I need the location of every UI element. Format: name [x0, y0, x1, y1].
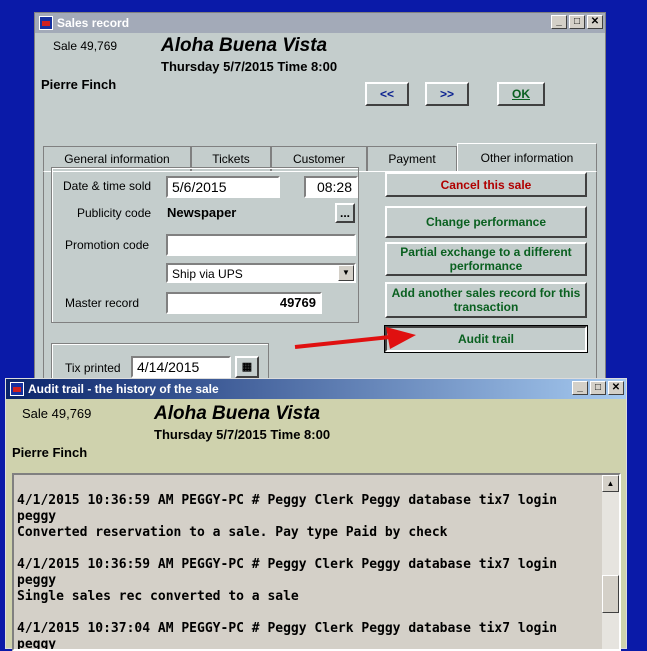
entry-detail: Single sales rec converted to a sale [17, 589, 299, 604]
minimize-icon[interactable]: _ [551, 15, 567, 29]
tab-other-information[interactable]: Other information [457, 143, 597, 172]
entry-header: 4/1/2015 10:37:04 AM PEGGY-PC # Peggy Cl… [17, 621, 558, 651]
maximize-icon[interactable]: □ [569, 15, 585, 29]
cancel-sale-button[interactable]: Cancel this sale [385, 172, 587, 197]
audit-trail-window: Audit trail - the history of the sale _ … [5, 378, 627, 651]
app-icon [39, 16, 53, 30]
tab-label: Customer [292, 152, 345, 166]
audit-log-textarea[interactable]: 4/1/2015 10:36:59 AM PEGGY-PC # Peggy Cl… [12, 473, 621, 651]
prev-record-button[interactable]: << [365, 82, 409, 106]
customer-name: Pierre Finch [12, 445, 88, 460]
tab-label: Tickets [212, 152, 250, 166]
shipping-select[interactable]: Ship via UPS ▼ [166, 263, 356, 283]
ok-button[interactable]: OK [497, 82, 545, 106]
tix-printed-label: Tix printed [65, 361, 121, 375]
sales-titlebar[interactable]: Sales record _ □ ✕ [35, 13, 605, 33]
master-record-label: Master record [65, 296, 140, 310]
ok-label: OK [512, 87, 530, 101]
promotion-code-field[interactable] [166, 234, 356, 256]
close-icon[interactable]: ✕ [608, 381, 624, 395]
partial-exchange-button[interactable]: Partial exchange to a different performa… [385, 242, 587, 276]
tix-printed-field[interactable]: 4/14/2015 [131, 356, 231, 378]
list-item: 4/1/2015 10:36:59 AM PEGGY-PC # Peggy Cl… [17, 493, 597, 541]
scrollbar-thumb[interactable] [602, 575, 619, 613]
performance-date: Thursday 5/7/2015 Time 8:00 [154, 427, 331, 442]
app-icon [10, 382, 24, 396]
show-title: Aloha Buena Vista [154, 403, 321, 424]
scroll-up-icon[interactable]: ▲ [602, 475, 619, 492]
show-title: Aloha Buena Vista [161, 35, 328, 56]
change-performance-button[interactable]: Change performance [385, 206, 587, 238]
publicity-code-label: Publicity code [77, 206, 152, 220]
date-time-sold-label: Date & time sold [63, 179, 152, 193]
list-item: 4/1/2015 10:36:59 AM PEGGY-PC # Peggy Cl… [17, 557, 597, 605]
master-record-field[interactable]: 49769 [166, 292, 322, 314]
promotion-code-label: Promotion code [65, 238, 150, 252]
customer-name: Pierre Finch [41, 77, 117, 92]
vertical-scrollbar[interactable]: ▲ [602, 475, 619, 649]
time-sold-field[interactable]: 08:28 [304, 176, 358, 198]
minimize-icon[interactable]: _ [572, 381, 588, 395]
red-arrow-annotation [294, 327, 416, 349]
date-sold-field[interactable]: 5/6/2015 [166, 176, 280, 198]
tab-label: Other information [480, 151, 574, 165]
tab-label: General information [64, 152, 170, 166]
publicity-code-value: Newspaper [167, 205, 237, 220]
entry-header: 4/1/2015 10:36:59 AM PEGGY-PC # Peggy Cl… [17, 493, 558, 524]
list-item: 4/1/2015 10:37:04 AM PEGGY-PC # Peggy Cl… [17, 621, 597, 651]
shipping-value: Ship via UPS [172, 267, 243, 281]
entry-header: 4/1/2015 10:36:59 AM PEGGY-PC # Peggy Cl… [17, 557, 558, 588]
chevron-down-icon[interactable]: ▼ [338, 265, 354, 281]
next-record-button[interactable]: >> [425, 82, 469, 106]
calendar-icon[interactable]: ▦ [235, 356, 259, 378]
maximize-icon[interactable]: □ [590, 381, 606, 395]
window-title: Audit trail - the history of the sale [28, 382, 219, 396]
close-icon[interactable]: ✕ [587, 15, 603, 29]
tab-payment[interactable]: Payment [367, 146, 457, 171]
publicity-lookup-button[interactable]: ... [335, 203, 355, 223]
performance-date: Thursday 5/7/2015 Time 8:00 [161, 59, 338, 74]
entry-detail: Converted reservation to a sale. Pay typ… [17, 525, 448, 540]
audit-log: 4/1/2015 10:36:59 AM PEGGY-PC # Peggy Cl… [17, 493, 597, 651]
window-title: Sales record [57, 16, 130, 30]
tab-label: Payment [388, 152, 436, 166]
audit-titlebar[interactable]: Audit trail - the history of the sale _ … [6, 379, 626, 399]
add-sales-record-button[interactable]: Add another sales record for this transa… [385, 282, 587, 318]
sale-number: Sale 49,769 [22, 406, 92, 421]
sale-number: Sale 49,769 [53, 39, 118, 53]
